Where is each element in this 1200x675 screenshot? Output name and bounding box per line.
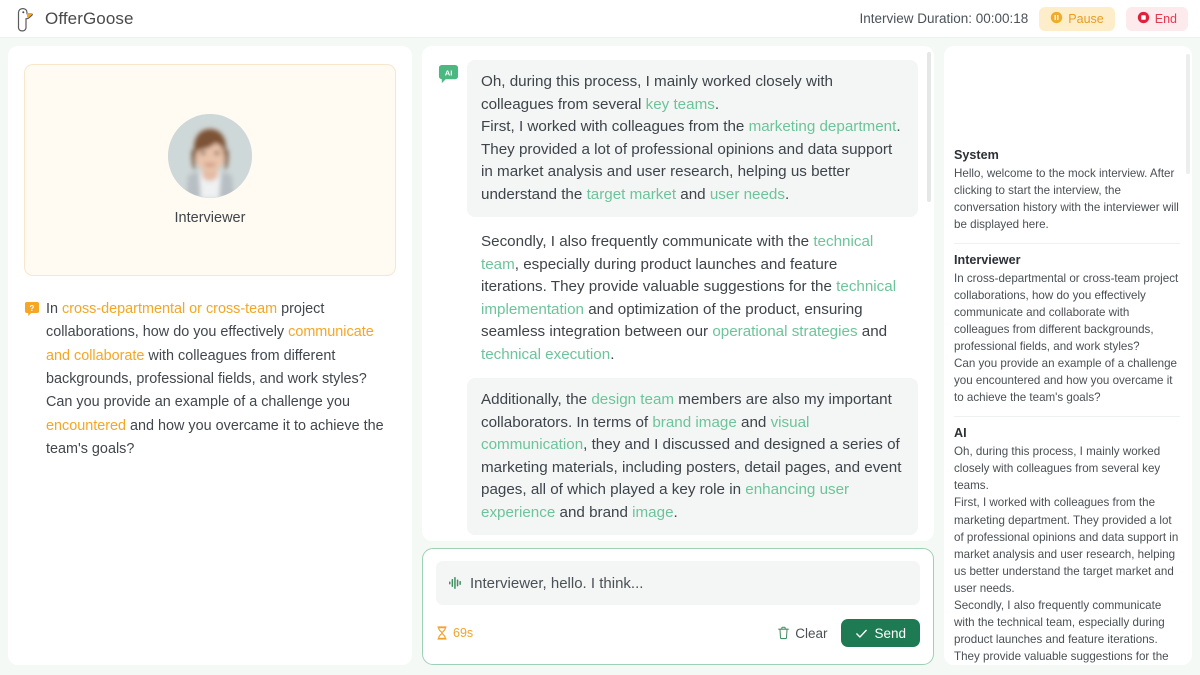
highlight-term: operational strategies <box>712 323 858 340</box>
question-bubble-icon: ? <box>24 301 40 317</box>
text-run: . <box>673 503 678 521</box>
text-run: , especially during product launches and… <box>481 255 838 296</box>
answer-timer-label: 69s <box>453 626 474 640</box>
send-button[interactable]: Send <box>841 619 920 647</box>
end-label: End <box>1154 11 1177 26</box>
send-label: Send <box>874 625 906 641</box>
brand-name: OfferGoose <box>45 8 134 28</box>
transcript-list: System Hello, welcome to the mock intervi… <box>954 56 1180 665</box>
end-button[interactable]: End <box>1125 6 1188 31</box>
header-actions: Interview Duration: 00:00:18 Pause End <box>859 6 1188 31</box>
conversation-column: AI Oh, during this process, I mainly wor… <box>422 46 934 665</box>
transcript-text: In cross-departmental or cross-team proj… <box>954 272 1179 405</box>
interviewer-avatar <box>168 114 252 198</box>
current-question: ? In cross-departmental or cross-team pr… <box>24 298 396 461</box>
clear-button[interactable]: Clear <box>775 624 829 643</box>
transcript-entry: System Hello, welcome to the mock intervi… <box>954 139 1180 245</box>
text-run: and <box>736 413 771 431</box>
message-bubble: Secondly, I also frequently communicate … <box>467 229 918 366</box>
highlight-term: marketing department <box>748 118 897 135</box>
ai-message-bubbles: Oh, during this process, I mainly worked… <box>467 60 918 541</box>
highlight-term: user needs <box>709 185 785 203</box>
transcript-role: AI <box>954 426 967 441</box>
highlight-term: target market <box>586 185 677 203</box>
app-body: Interviewer ? In cross-departmental or c… <box>0 38 1200 675</box>
text-run: and <box>857 323 888 340</box>
highlight-term: encountered <box>46 417 127 434</box>
text-run: and brand <box>555 503 633 521</box>
pause-button[interactable]: Pause <box>1039 6 1115 31</box>
interview-duration: Interview Duration: 00:00:18 <box>859 11 1029 26</box>
interviewer-label: Interviewer <box>174 210 246 226</box>
highlight-term: technical execution <box>481 345 611 363</box>
transcript-panel: System Hello, welcome to the mock intervi… <box>944 46 1192 665</box>
highlight-term: brand image <box>652 413 737 431</box>
text-run: and <box>676 185 710 203</box>
message-bubble: Oh, during this process, I mainly worked… <box>467 60 918 217</box>
answer-timer: 69s <box>436 626 473 640</box>
pause-label: Pause <box>1068 11 1104 26</box>
interviewer-card: Interviewer <box>24 64 396 276</box>
text-run: Secondly, I also frequently communicate … <box>481 233 814 250</box>
transcript-text: Hello, welcome to the mock interview. Af… <box>954 167 1179 232</box>
highlight-term: image <box>632 503 674 521</box>
svg-text:AI: AI <box>445 68 453 77</box>
text-run: Can you provide an example of a challeng… <box>46 394 351 411</box>
svg-text:?: ? <box>30 304 35 313</box>
check-icon <box>855 627 868 640</box>
conversation-scrollbar[interactable] <box>927 52 931 202</box>
text-run: . <box>714 95 720 113</box>
answer-input-text: Interviewer, hello. I think... <box>470 574 644 592</box>
text-run: . <box>610 345 615 363</box>
composer-actions: Clear Send <box>775 619 920 647</box>
message-bubble: Additionally, the design team members ar… <box>467 378 918 535</box>
highlight-term: design team <box>591 391 675 408</box>
hourglass-icon <box>436 626 448 640</box>
composer-footer: 69s Clear Send <box>436 619 920 647</box>
answer-input[interactable]: Interviewer, hello. I think... <box>436 561 920 605</box>
interview-app: OfferGoose Interview Duration: 00:00:18 … <box>0 0 1200 675</box>
goose-logo-icon <box>14 6 38 32</box>
conversation-panel: AI Oh, during this process, I mainly wor… <box>422 46 934 541</box>
stop-circle-icon <box>1137 11 1150 27</box>
interviewer-panel: Interviewer ? In cross-departmental or c… <box>8 46 412 665</box>
text-run: . <box>784 185 790 203</box>
clear-label: Clear <box>795 625 828 641</box>
text-run: Additionally, the <box>481 391 592 408</box>
transcript-text: Oh, during this process, I mainly worked… <box>954 445 1179 663</box>
transcript-role: System <box>954 148 999 162</box>
pause-circle-icon <box>1050 11 1063 27</box>
ai-message-row: AI Oh, during this process, I mainly wor… <box>438 60 918 541</box>
highlight-term: cross-departmental or cross-team <box>62 301 278 317</box>
highlight-term: key teams <box>645 95 715 113</box>
trash-icon <box>777 626 790 640</box>
transcript-role: Interviewer <box>954 253 1021 268</box>
answer-composer: Interviewer, hello. I think... 69s Clear… <box>422 548 934 665</box>
transcript-entry: Interviewer In cross-departmental or cros… <box>954 244 1180 418</box>
question-text: In cross-departmental or cross-team proj… <box>46 298 396 461</box>
transcript-scrollbar[interactable] <box>1186 54 1190 174</box>
app-header: OfferGoose Interview Duration: 00:00:18 … <box>0 0 1200 38</box>
ai-avatar-icon: AI <box>438 64 459 85</box>
brand: OfferGoose <box>14 6 134 32</box>
text-run: In <box>46 301 62 317</box>
audio-waveform-icon <box>448 575 464 591</box>
text-run: First, I worked with colleagues from the <box>481 118 749 135</box>
transcript-entry: AI Oh, during this process, I mainly work… <box>954 417 1180 665</box>
